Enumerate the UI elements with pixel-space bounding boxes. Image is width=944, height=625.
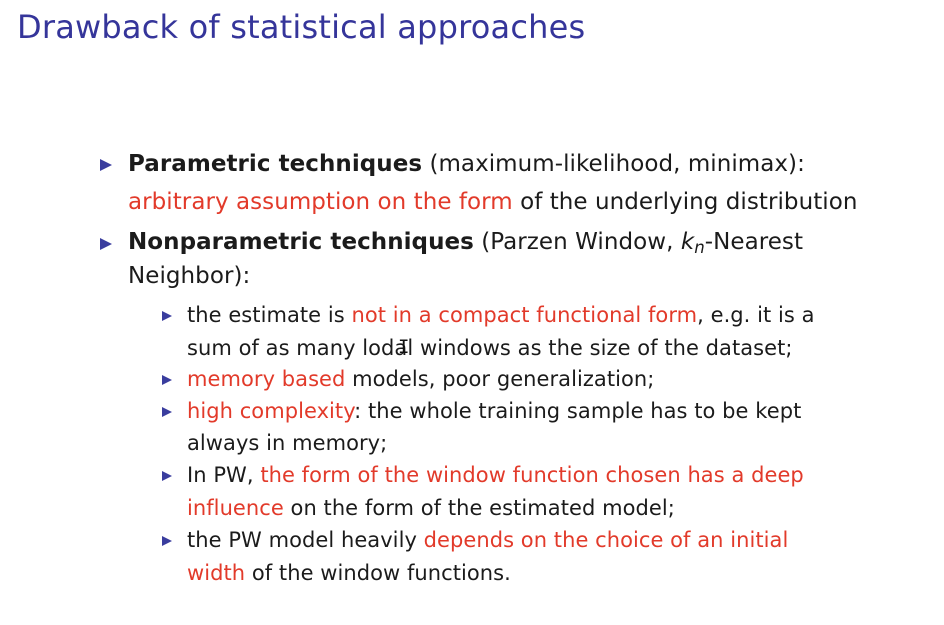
triangle-bullet-icon: [100, 238, 112, 250]
sub-bullet-5-highlight: depends on the choice of an initial: [423, 528, 789, 552]
sub-bullet-5-line-2: width of the window functions.: [187, 561, 511, 585]
triangle-bullet-icon: [100, 159, 112, 171]
sub-bullet-2-post: models, poor generalization;: [345, 367, 655, 391]
parametric-heading: Parametric techniques: [128, 151, 423, 177]
sub-bullet-1-highlight: not in a compact functional form: [351, 303, 698, 327]
k-symbol: k: [680, 229, 695, 255]
sub-bullet-4-post: on the form of the estimated model;: [283, 496, 675, 520]
n-subscript: n: [694, 238, 705, 258]
sub-bullet-1-line-1: the estimate is not in a compact functio…: [187, 303, 815, 327]
parametric-paren: (maximum-likelihood, minimax):: [422, 151, 805, 177]
nonparametric-paren-pre: (Parzen Window,: [473, 229, 681, 255]
sub-bullet-4-line-2: influence on the form of the estimated m…: [187, 496, 675, 520]
nonparametric-line-1: Nonparametric techniques (Parzen Window,…: [128, 229, 804, 258]
sub-bullet-3-line-2: always in memory;: [187, 431, 388, 455]
sub-bullet-4-highlight: the form of the window function chosen h…: [260, 463, 804, 487]
sub-bullet-1-line-2: sum of as many lodal windows as the size…: [187, 336, 793, 360]
parametric-line-1: Parametric techniques (maximum-likelihoo…: [128, 151, 805, 177]
sub-bullet-1-pre: the estimate is: [187, 303, 352, 327]
triangle-bullet-icon: [162, 375, 172, 385]
sub-bullet-2-line-1: memory based models, poor generalization…: [187, 367, 654, 391]
sub-bullet-1-post: , e.g. it is a: [697, 303, 815, 327]
sub-bullet-4-highlight-2: influence: [187, 496, 284, 520]
triangle-bullet-icon: [162, 471, 172, 481]
sub-bullet-5-post: of the window functions.: [245, 561, 511, 585]
parametric-line-2: arbitrary assumption on the form of the …: [128, 189, 857, 215]
sub-bullet-4-pre: In PW,: [187, 463, 261, 487]
nonparametric-line-2: Neighbor):: [128, 263, 251, 289]
sub-bullet-5-highlight-2: width: [187, 561, 246, 585]
parametric-highlight: arbitrary assumption on the form: [128, 189, 513, 215]
triangle-bullet-icon: [162, 407, 172, 417]
sub-bullet-3-highlight: high complexity: [187, 399, 355, 423]
sub-bullet-2-highlight: memory based: [187, 367, 346, 391]
text-cursor-icon: I: [398, 336, 410, 358]
parametric-rest: of the underlying distribution: [512, 189, 858, 215]
sub-bullet-3-line-1: high complexity: the whole training samp…: [187, 399, 801, 423]
sub-bullet-3-post: : the whole training sample has to be ke…: [354, 399, 802, 423]
triangle-bullet-icon: [162, 536, 172, 546]
triangle-bullet-icon: [162, 311, 172, 321]
sub-bullet-4-line-1: In PW, the form of the window function c…: [187, 463, 804, 487]
nonparametric-heading: Nonparametric techniques: [128, 229, 474, 255]
sub-bullet-5-line-1: the PW model heavily depends on the choi…: [187, 528, 788, 552]
slide-title: Drawback of statistical approaches: [17, 8, 586, 46]
sub-bullet-5-pre: the PW model heavily: [187, 528, 424, 552]
nonparametric-paren-post: -Nearest: [704, 229, 804, 255]
